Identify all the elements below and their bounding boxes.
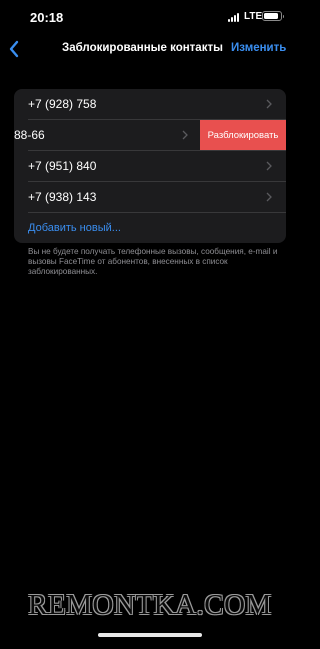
contact-number: +7 (951) 840: [28, 159, 97, 173]
edit-button[interactable]: Изменить: [231, 42, 286, 54]
blocked-contacts-list: +7 (928) 758 88-66 Разблокировать +7 (95…: [14, 89, 286, 243]
home-indicator[interactable]: [98, 633, 202, 637]
add-new-row[interactable]: Добавить новый...: [14, 213, 286, 243]
contact-row[interactable]: +7 (928) 758: [14, 89, 286, 119]
network-type: LTE: [244, 11, 263, 22]
chevron-right-icon: [266, 192, 272, 202]
chevron-right-icon: [266, 99, 272, 109]
status-bar: 20:18 LTE: [0, 0, 300, 34]
chevron-right-icon: [266, 161, 272, 171]
battery-icon: [262, 11, 284, 21]
footer-note: Вы не будете получать телефонные вызовы,…: [28, 247, 278, 276]
contact-row[interactable]: +7 (938) 143: [14, 182, 286, 212]
contact-number: +7 (938) 143: [28, 190, 97, 204]
contact-number: 88-66: [14, 128, 45, 142]
unblock-button[interactable]: Разблокировать: [200, 120, 286, 150]
contact-row[interactable]: +7 (951) 840: [14, 151, 286, 181]
battery-level: [264, 13, 278, 19]
contact-number: +7 (928) 758: [28, 97, 97, 111]
page-title: Заблокированные контакты: [62, 42, 223, 54]
watermark: REMONTKA.COM: [28, 589, 272, 621]
status-time: 20:18: [30, 10, 64, 25]
add-new-link[interactable]: Добавить новый...: [28, 222, 121, 234]
chevron-right-icon: [182, 130, 188, 140]
navigation-bar: Заблокированные контакты Изменить: [0, 34, 300, 64]
cellular-signal-icon: [228, 13, 241, 22]
chevron-left-icon[interactable]: [8, 40, 20, 58]
contact-row-swiped[interactable]: 88-66 Разблокировать: [14, 120, 286, 150]
